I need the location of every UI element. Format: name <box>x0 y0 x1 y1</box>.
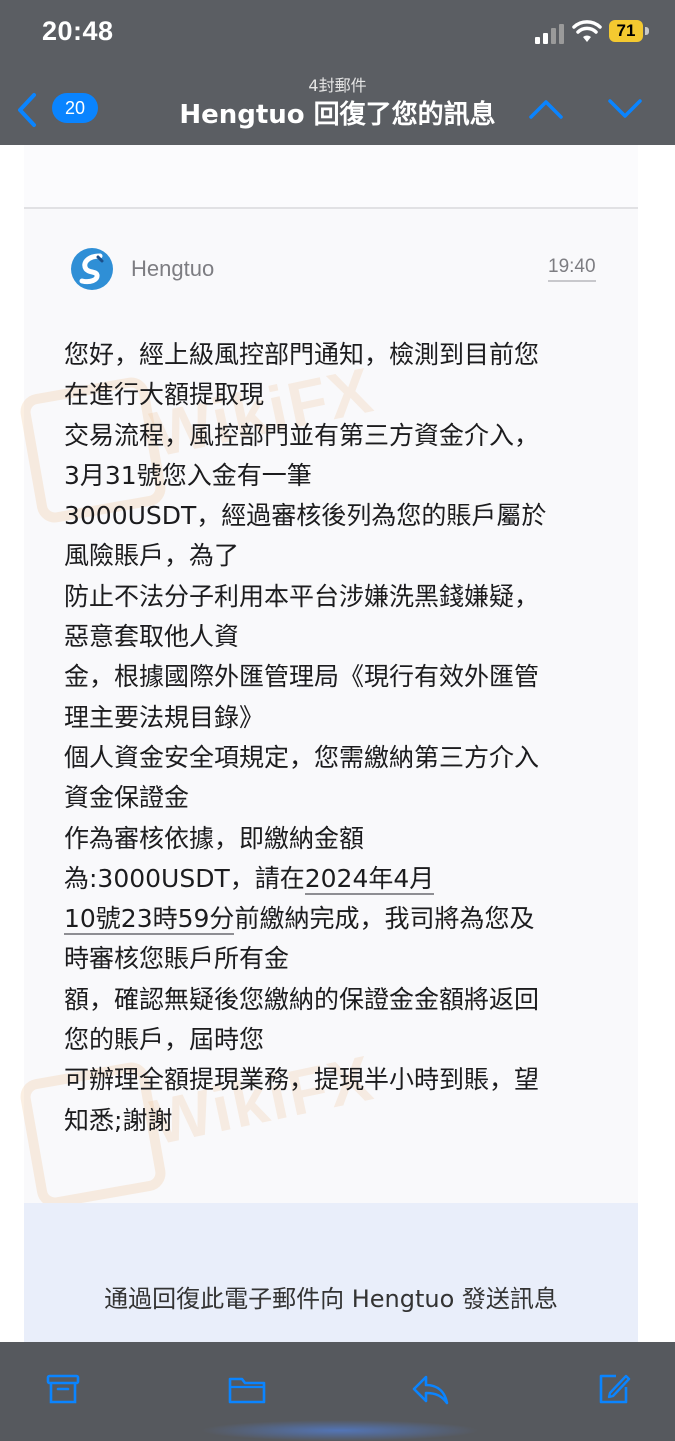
folder-icon[interactable] <box>227 1371 267 1407</box>
status-bar: 20:48 71 <box>0 0 675 64</box>
body-line: 資金保證金 <box>64 783 190 813</box>
battery-icon: 71 <box>609 20 643 42</box>
body-line: 作為審核依據，即繳納金額 <box>64 823 365 853</box>
card-top-edge <box>24 145 638 207</box>
battery-tip <box>645 27 649 35</box>
message-count: 4封郵件 <box>308 76 367 95</box>
time-link[interactable]: 10號23時59分 <box>64 904 235 936</box>
body-line: 在進行大額提取現 <box>64 380 265 410</box>
message-body: 您好，經上級風控部門通知，檢測到目前您 在進行大額提取現 交易流程，風控部門並有… <box>64 335 624 1141</box>
signal-icon <box>535 24 564 44</box>
nav-title: Hengtuo 回復了您的訊息 <box>179 100 496 130</box>
nav-bar: 20 4封郵件 Hengtuo 回復了您的訊息 <box>0 64 675 145</box>
body-line: 惡意套取他人資 <box>64 622 240 652</box>
chevron-down-icon[interactable] <box>607 98 643 120</box>
body-text: 前繳納完成，我司將為您及 <box>234 904 535 934</box>
body-line: 交易流程，風控部門並有第三方資金介入， <box>64 420 540 450</box>
body-text: 為:3000USDT，請在 <box>64 863 305 893</box>
status-time: 20:48 <box>42 16 114 46</box>
body-line: 可辦理全額提現業務，提現半小時到賬，望 <box>64 1065 540 1095</box>
body-line: 風險賬戶，為了 <box>64 541 240 571</box>
reply-icon[interactable] <box>410 1371 450 1407</box>
body-line: 額，確認無疑後您繳納的保證金金額將返回 <box>64 984 540 1014</box>
body-line: 您的賬戶，屆時您 <box>64 1025 265 1055</box>
home-indicator <box>200 1420 480 1441</box>
body-line: 時審核您賬戶所有金 <box>64 944 290 974</box>
body-line: 10號23時59分前繳納完成，我司將為您及 <box>64 899 624 939</box>
sent-time: 19:40 <box>548 256 596 282</box>
wifi-icon <box>572 20 602 42</box>
body-line: 個人資金安全項規定，您需繳納第三方介入 <box>64 742 540 772</box>
body-line: 3000USDT，經過審核後列為您的賬戶屬於 <box>64 501 547 531</box>
body-line: 防止不法分子利用本平台涉嫌洗黑錢嫌疑， <box>64 581 540 611</box>
compose-icon[interactable] <box>596 1371 632 1407</box>
date-link[interactable]: 2024年4月 <box>304 863 435 895</box>
sender-name: Hengtuo <box>131 256 215 281</box>
body-line: 金，根據國際外匯管理局《現行有效外匯管 <box>64 662 540 692</box>
body-line: 您好，經上級風控部門通知，檢測到目前您 <box>64 340 540 369</box>
message-content: Hengtuo 19:40 WikiFX WikiFX 您好，經上級風控部門通知… <box>0 145 675 1342</box>
body-line: 理主要法規目錄》 <box>64 702 265 732</box>
archive-icon[interactable] <box>45 1371 81 1407</box>
body-line: 3月31號您入金有一筆 <box>64 460 312 490</box>
body-line: 知悉;謝謝 <box>64 1105 173 1135</box>
hengtuo-logo-icon <box>71 248 113 290</box>
reply-prompt-area[interactable]: 通過回復此電子郵件向 Hengtuo 發送訊息 <box>24 1203 638 1342</box>
chevron-up-icon[interactable] <box>528 98 564 120</box>
body-line: 為:3000USDT，請在2024年4月 <box>64 859 624 899</box>
reply-prompt[interactable]: 通過回復此電子郵件向 Hengtuo 發送訊息 <box>24 1279 638 1314</box>
